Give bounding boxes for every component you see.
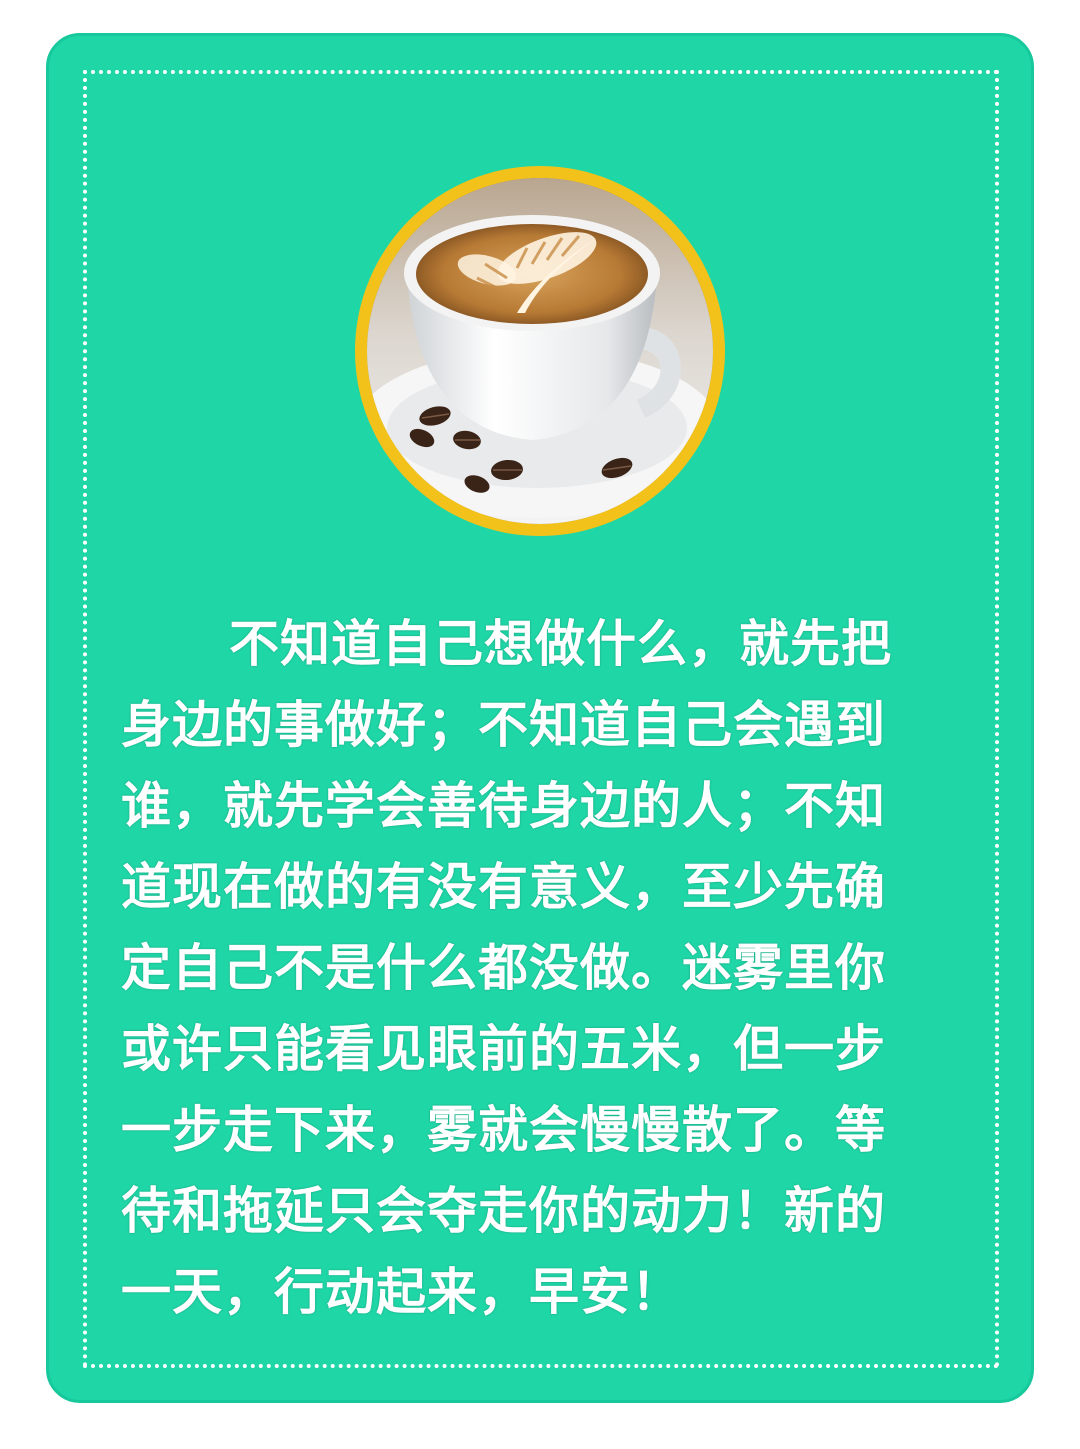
coffee-cup-latte-art-icon: [367, 178, 713, 524]
quote-card: 不知道自己想做什么，就先把身边的事做好；不知道自己会遇到谁，就先学会善待身边的人…: [46, 33, 1034, 1403]
morning-quote-text: 不知道自己想做什么，就先把身边的事做好；不知道自己会遇到谁，就先学会善待身边的人…: [121, 615, 892, 1321]
photo-frame-ring: [355, 166, 725, 536]
